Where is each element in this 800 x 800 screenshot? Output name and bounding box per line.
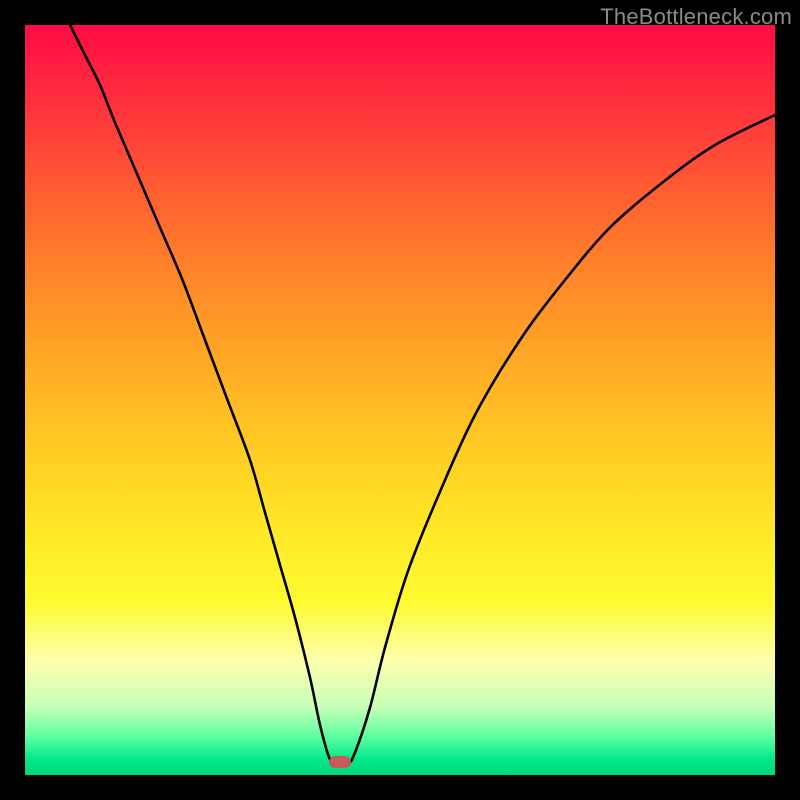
watermark-text: TheBottleneck.com <box>600 4 792 30</box>
chart-container: TheBottleneck.com <box>0 0 800 800</box>
optimal-marker <box>329 756 351 768</box>
bottleneck-curve <box>25 25 775 775</box>
plot-area <box>25 25 775 775</box>
